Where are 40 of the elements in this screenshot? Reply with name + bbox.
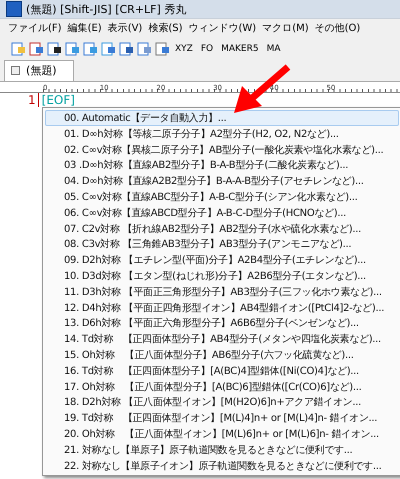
menu-item[interactable]: 12. D4h対称 【平面正四角形型イオン】AB4型錯イオン([PtCl4]2-など)... bbox=[45, 300, 399, 316]
menu-item[interactable]: 20. Oh対称 【正八面体型イオン】[M(L)6]n+ or [M(L)6]n- 錯イオン... bbox=[45, 426, 399, 442]
toolbar-button[interactable]: MAKER5 bbox=[218, 44, 262, 54]
app-icon bbox=[6, 1, 22, 17]
menu-item[interactable]: 表示(V) bbox=[108, 21, 142, 35]
menu-item[interactable]: 21. 対称なし【単原子】原子軌道関数を見るときなどに便利です... bbox=[45, 442, 399, 458]
menu-item[interactable]: 09. D2h対称 【エチレン型(平面)分子】A2B4型分子(エチレンなど)... bbox=[45, 252, 399, 268]
menu-item[interactable]: 16. Td対称 【正四面体型分子】[A(BC)4]型錯体([Ni(CO)4]など)... bbox=[45, 362, 399, 379]
menu-item[interactable]: 19. Td対称 【正四面体型イオン】[M(L)4]n+ or [M(L)4]n- 錯イオン... bbox=[45, 410, 399, 426]
menu-item[interactable]: 検索(S) bbox=[148, 21, 182, 35]
menu-item[interactable]: 01. D∞h対称【等核二原子分子】A2型分子(H2, O2, N2など)... bbox=[45, 126, 399, 142]
menu-item[interactable]: 17. Oh対称 【正八面体型分子】[A(BC)6]型錯体([Cr(CO)6]など)... bbox=[45, 378, 399, 394]
menu-item[interactable]: 04. D∞h対称【直線A2B2型分子】B-A-A-B型分子(アセチレンなど)... bbox=[45, 173, 399, 189]
menu-item[interactable]: 22. 対称なし【単原子イオン】原子軌道関数を見るときなどに便利です... bbox=[45, 458, 399, 474]
menu-item[interactable]: 07. C2v対称 【折れ線AB2型分子】AB2型分子(水や硫化水素など)... bbox=[45, 220, 399, 236]
window-title: (無題) [Shift-JIS] [CR+LF] 秀丸 bbox=[26, 2, 186, 16]
menu-item[interactable]: 00. Automatic【データ自動入力】... bbox=[45, 110, 399, 126]
menu-item[interactable]: ファイル(F) bbox=[8, 21, 62, 35]
arrow-icon bbox=[234, 64, 290, 113]
menu-item[interactable]: ウィンドウ(W) bbox=[188, 21, 256, 35]
toolbar-button[interactable]: FO bbox=[198, 44, 216, 54]
menu-item[interactable]: 06. C∞v対称【直線ABCD型分子】A-B-C-D型分子(HCNOなど)... bbox=[45, 204, 399, 221]
menu-item[interactable]: 13. D6h対称 【平面正六角形型分子】A6B6型分子(ベンゼンなど)... bbox=[45, 315, 399, 332]
menu-item[interactable]: 10. D3d対称 【エタン型(ねじれ形)分子】A2B6型分子(エタンなど)... bbox=[45, 268, 399, 284]
line-number: 1 bbox=[28, 93, 39, 107]
menu-item[interactable]: 編集(E) bbox=[68, 21, 102, 35]
toolbar-button[interactable]: MA bbox=[264, 44, 284, 54]
menu-item[interactable]: 18. D2h対称 【正八面体型イオン】[M(H2O)6]n+アクア錯イオン... bbox=[45, 394, 399, 410]
menu-item[interactable]: 08. C3v対称 【三角錐AB3型分子】AB3型分子(アンモニアなど)... bbox=[45, 236, 399, 252]
menu-item[interactable]: 02. C∞v対称【異核二原子分子】AB型分子(一酸化炭素や塩化水素など)... bbox=[45, 142, 399, 158]
menu-item[interactable]: 14. Td対称 【正四面体型分子】AB4型分子(メタンや四塩化炭素など)... bbox=[45, 331, 399, 347]
menu-item[interactable]: 03 .D∞h対称【直線AB2型分子】B-A-B型分子(二酸化炭素など)... bbox=[45, 157, 399, 174]
toolbar-button[interactable]: XYZ bbox=[172, 44, 196, 54]
menu-item[interactable]: その他(O) bbox=[314, 21, 360, 35]
menu-item[interactable]: 11. D3h対称 【平面正三角形型分子】AB3型分子(三フッ化ホウ素など)... bbox=[45, 284, 399, 300]
eof-marker: [EOF] bbox=[42, 93, 75, 107]
document-tab[interactable]: (無題) bbox=[4, 60, 74, 81]
menu-item[interactable]: マクロ(M) bbox=[262, 21, 309, 35]
menu-item[interactable]: 05. C∞v対称【直線ABC型分子】A-B-C型分子(シアン化水素など)... bbox=[45, 188, 399, 205]
menu-item[interactable]: 15. Oh対称 【正八面体型分子】AB6型分子(六フッ化硫黄など)... bbox=[45, 346, 399, 363]
